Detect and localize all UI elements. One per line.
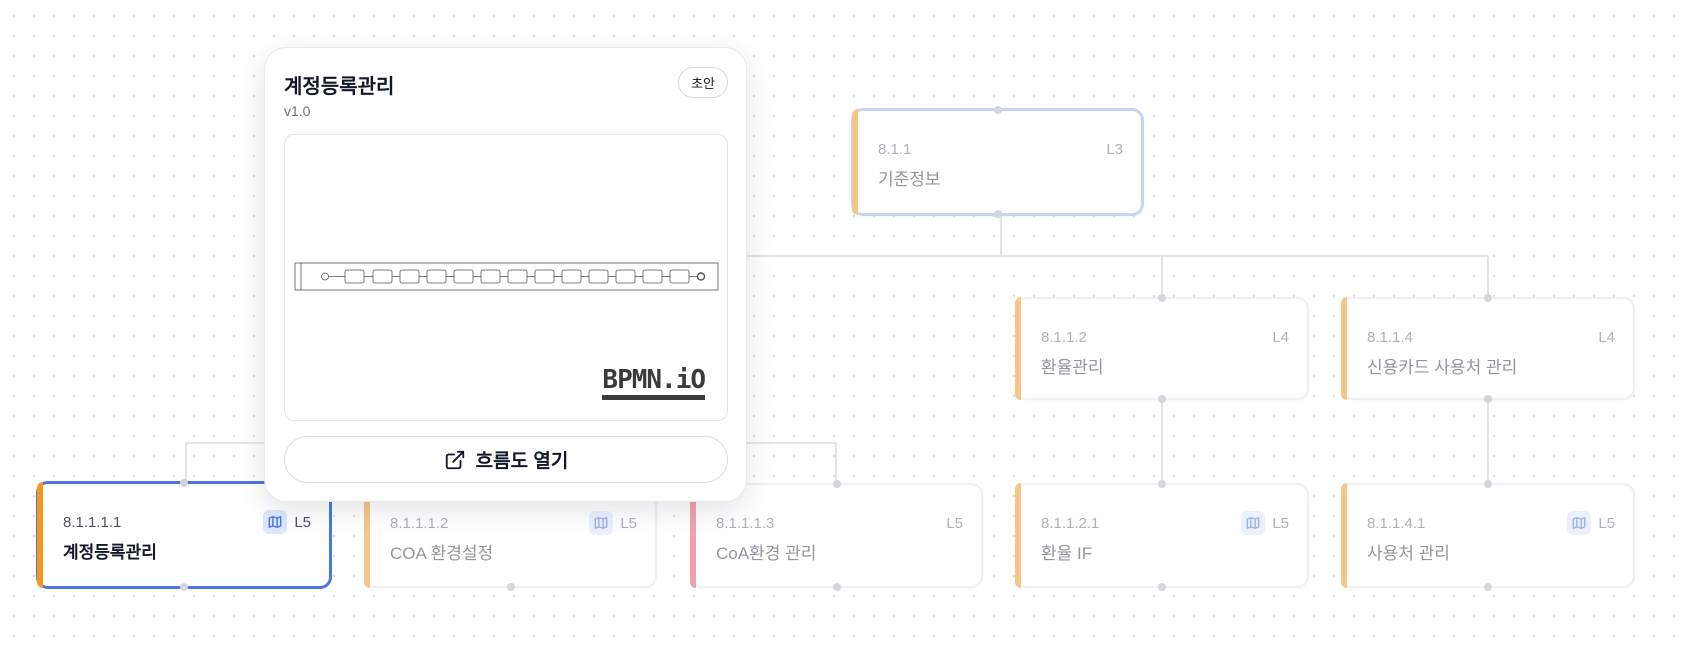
node-handle-top[interactable]	[1158, 294, 1166, 302]
node-level: L5	[294, 514, 311, 531]
node-handle-bottom[interactable]	[1484, 395, 1492, 403]
node-handle-top[interactable]	[832, 480, 841, 488]
map-icon[interactable]	[263, 510, 287, 534]
node-accent-bar	[1341, 483, 1347, 588]
node-handle-bottom[interactable]	[832, 583, 841, 591]
node-handle-top[interactable]	[1158, 480, 1166, 488]
node-handle-bottom[interactable]	[1158, 395, 1166, 403]
node-level: L5	[946, 515, 963, 532]
node-code: 8.1.1.1.1	[63, 514, 122, 531]
tree-node-8-1-1-2[interactable]: 8.1.1.2 L4 환율관리	[1015, 294, 1309, 403]
node-handle-bottom[interactable]	[993, 210, 1002, 218]
map-icon[interactable]	[1241, 511, 1265, 535]
node-accent-bar	[852, 109, 858, 215]
node-name: 사용처 관리	[1367, 544, 1450, 563]
node-handle-bottom[interactable]	[1158, 583, 1166, 591]
node-handle-bottom[interactable]	[180, 583, 188, 591]
tree-node-8-1-1-4-1[interactable]: 8.1.1.4.1 L5 사용처 관리	[1341, 480, 1635, 591]
tree-node-8-1-1[interactable]: 8.1.1 L3 기준정보	[851, 106, 1144, 218]
node-code: 8.1.1.4.1	[1367, 515, 1426, 532]
node-handle-bottom[interactable]	[1484, 583, 1492, 591]
node-name: 환율 IF	[1041, 544, 1093, 563]
node-level: L3	[1106, 141, 1123, 158]
node-accent-bar	[1015, 483, 1021, 588]
open-flowchart-button[interactable]: 흐름도 열기	[284, 436, 728, 483]
node-handle-top[interactable]	[180, 479, 188, 487]
node-handle-top[interactable]	[993, 106, 1002, 114]
node-code: 8.1.1.1.3	[716, 515, 775, 532]
node-level: L5	[620, 515, 637, 532]
node-level: L4	[1598, 329, 1615, 346]
node-accent-bar	[1015, 297, 1021, 400]
node-name: CoA환경 관리	[716, 544, 817, 563]
node-name: 계정등록관리	[63, 543, 157, 562]
node-handle-top[interactable]	[1484, 480, 1492, 488]
node-name: 환율관리	[1041, 358, 1104, 377]
map-icon[interactable]	[589, 511, 613, 535]
node-name: COA 환경설정	[390, 544, 494, 563]
node-code: 8.1.1.4	[1367, 329, 1413, 346]
bpmn-io-logo: BPMN.iO	[602, 365, 706, 400]
node-level: L5	[1272, 515, 1289, 532]
node-handle-bottom[interactable]	[506, 583, 515, 591]
node-level: L5	[1598, 515, 1615, 532]
node-level: L4	[1272, 329, 1289, 346]
open-flowchart-label: 흐름도 열기	[475, 451, 569, 472]
popover-version: v1.0	[284, 103, 311, 119]
status-badge: 초안	[678, 67, 728, 98]
node-code: 8.1.1.2	[1041, 329, 1087, 346]
bpmn-preview[interactable]: BPMN.iO	[284, 134, 728, 421]
tree-node-8-1-1-4[interactable]: 8.1.1.4 L4 신용카드 사용처 관리	[1341, 294, 1635, 403]
external-link-icon	[445, 450, 464, 469]
process-popover: 계정등록관리 v1.0 초안 BPMN.iO 흐름도 열기	[264, 47, 747, 502]
node-handle-top[interactable]	[1484, 294, 1492, 302]
popover-title: 계정등록관리	[284, 76, 395, 98]
node-accent-bar	[1341, 297, 1347, 400]
node-name: 신용카드 사용처 관리	[1367, 358, 1518, 377]
tree-node-8-1-1-2-1[interactable]: 8.1.1.2.1 L5 환율 IF	[1015, 480, 1309, 591]
node-code: 8.1.1.2.1	[1041, 515, 1100, 532]
node-code: 8.1.1	[878, 141, 912, 158]
node-name: 기준정보	[878, 170, 941, 189]
node-code: 8.1.1.1.2	[390, 515, 449, 532]
node-accent-bar	[37, 482, 43, 588]
map-icon[interactable]	[1567, 511, 1591, 535]
